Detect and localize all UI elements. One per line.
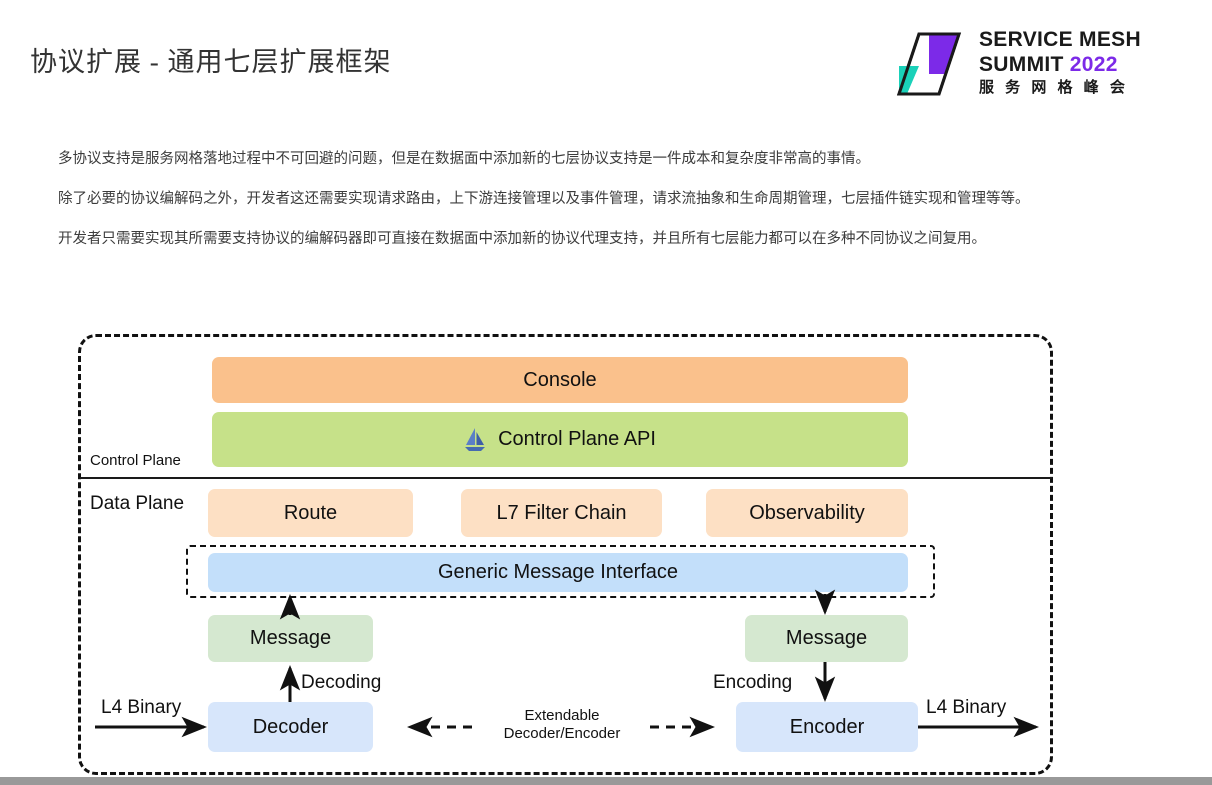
label-extendable-decoder-encoder: Extendable Decoder/Encoder bbox=[482, 707, 642, 743]
label-decoding: Decoding bbox=[301, 672, 382, 693]
paragraph-2: 除了必要的协议编解码之外，开发者这还需要实现请求路由，上下游连接管理以及事件管理… bbox=[58, 191, 1030, 207]
bottom-bar bbox=[0, 777, 1212, 785]
body-text: 多协议支持是服务网格落地过程中不可回避的问题，但是在数据面中添加新的七层协议支持… bbox=[58, 150, 1208, 270]
box-message-left: Message bbox=[208, 615, 373, 662]
logo-line-3-chinese: 服 务 网 格 峰 会 bbox=[979, 79, 1129, 96]
architecture-diagram: Control Plane Data Plane Console Control… bbox=[0, 0, 1212, 785]
box-observability: Observability bbox=[706, 489, 908, 537]
label-l4-binary-out: L4 Binary bbox=[926, 697, 1007, 718]
paragraph-3: 开发者只需要实现其所需要支持协议的编解码器即可直接在数据面中添加新的协议代理支持… bbox=[58, 231, 986, 247]
label-l4-binary-in: L4 Binary bbox=[101, 697, 182, 718]
logo-year: 2022 bbox=[1069, 53, 1118, 76]
box-generic-message-interface: Generic Message Interface bbox=[208, 553, 908, 592]
label-extendable-line-2: Decoder/Encoder bbox=[503, 725, 621, 742]
istio-sail-icon bbox=[465, 427, 486, 451]
box-route: Route bbox=[208, 489, 413, 537]
label-control-plane: Control Plane bbox=[90, 452, 181, 469]
box-console: Console bbox=[212, 357, 908, 403]
logo-line-1: SERVICE MESH bbox=[979, 28, 1141, 51]
paragraph-1: 多协议支持是服务网格落地过程中不可回避的问题，但是在数据面中添加新的七层协议支持… bbox=[58, 151, 870, 167]
box-l7-filter-chain: L7 Filter Chain bbox=[461, 489, 662, 537]
logo-line-2: SUMMIT 2022 bbox=[979, 52, 1159, 77]
box-control-plane-api: Control Plane API bbox=[212, 412, 908, 467]
box-control-plane-api-label: Control Plane API bbox=[498, 428, 656, 450]
plane-divider-line bbox=[80, 477, 1052, 479]
box-message-right: Message bbox=[745, 615, 908, 662]
label-encoding: Encoding bbox=[713, 672, 793, 693]
page-title: 协议扩展 - 通用七层扩展框架 bbox=[30, 47, 392, 77]
label-data-plane: Data Plane bbox=[90, 493, 185, 514]
logo-wordmark: SERVICE MESH SUMMIT 2022 服 务 网 格 峰 会 bbox=[979, 28, 1159, 98]
box-decoder: Decoder bbox=[208, 702, 373, 752]
box-encoder: Encoder bbox=[736, 702, 918, 752]
label-extendable-line-1: Extendable bbox=[524, 707, 600, 724]
logo-summit-text: SUMMIT bbox=[979, 53, 1070, 76]
logo-mark-icon bbox=[896, 32, 962, 96]
service-mesh-summit-logo: SERVICE MESH SUMMIT 2022 服 务 网 格 峰 会 bbox=[893, 28, 1153, 100]
